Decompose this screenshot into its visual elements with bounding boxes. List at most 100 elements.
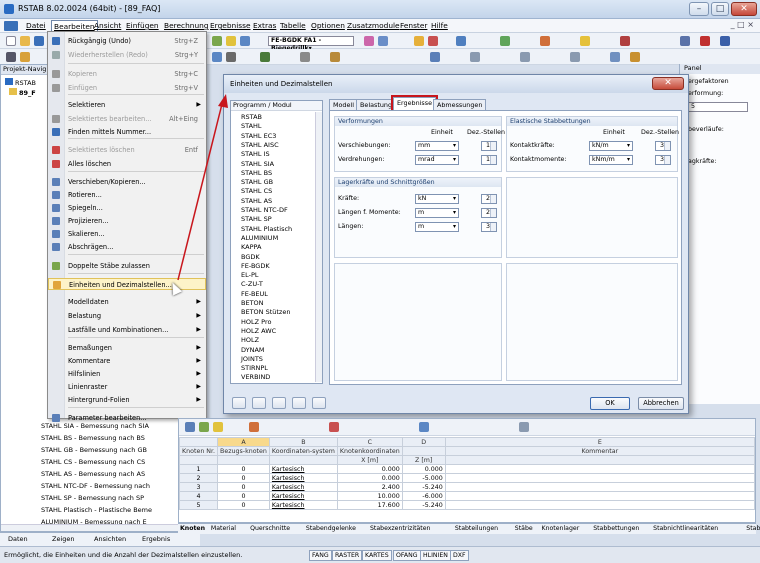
grid2-icon[interactable]: [610, 52, 620, 62]
coord-z[interactable]: -5.240: [401, 500, 446, 510]
menu-datei[interactable]: Datei: [24, 20, 48, 32]
menu-zusatzmodule[interactable]: Zusatzmodule: [345, 20, 402, 32]
tree-item[interactable]: STAHL CS: [241, 187, 272, 195]
arc-icon[interactable]: [570, 52, 580, 62]
node-icon[interactable]: [212, 52, 222, 62]
comment-cell[interactable]: [444, 491, 756, 501]
defaults-button[interactable]: [312, 397, 326, 409]
comment-cell[interactable]: [444, 500, 756, 510]
tree-item[interactable]: C-ZU-T: [241, 280, 263, 288]
menu-item[interactable]: Rückgängig (Undo) Strg+Z: [48, 35, 206, 47]
help-icon[interactable]: [720, 36, 730, 46]
tree-item[interactable]: STAHL Plastisch: [241, 225, 292, 233]
menu-item[interactable]: Bemaßungen ▶: [48, 342, 206, 354]
support-icon[interactable]: [260, 52, 270, 62]
tab-ergebnisse[interactable]: Ergebnisse: [390, 95, 439, 112]
menu-item[interactable]: Kommentare ▶: [48, 355, 206, 367]
tree-item[interactable]: STAHL SIA: [241, 160, 274, 168]
table-tool-icon[interactable]: [249, 422, 259, 432]
panel-value-input[interactable]: 5: [688, 102, 748, 112]
coordinate-system[interactable]: Kartesisch: [268, 482, 338, 492]
move-icon[interactable]: [20, 52, 30, 62]
nav-item[interactable]: STAHL AS - Bemessung nach AS: [41, 470, 145, 478]
menu-item[interactable]: Modelldaten ▶: [48, 296, 206, 308]
menu-item[interactable]: Linienraster ▶: [48, 381, 206, 393]
sheet-tab[interactable]: Material: [211, 525, 236, 532]
tree-item[interactable]: RSTAB: [241, 113, 262, 121]
mail-icon[interactable]: [700, 36, 710, 46]
function-icon[interactable]: [519, 422, 529, 432]
import-button[interactable]: [272, 397, 286, 409]
tree-item[interactable]: STAHL GB: [241, 178, 273, 186]
sheet-tab[interactable]: Stabnichtlinearitäten: [653, 525, 718, 532]
sheet-tab[interactable]: Stabbettungen: [593, 525, 639, 532]
table-tool-icon[interactable]: [185, 422, 195, 432]
tree-item[interactable]: HOLZ Pro: [241, 318, 271, 326]
dec-spinner-kraefte[interactable]: 2: [481, 194, 497, 204]
comment-cell[interactable]: [444, 464, 756, 474]
print-icon[interactable]: [680, 36, 690, 46]
tree-scrollbar[interactable]: [315, 112, 322, 382]
menu-item[interactable]: Belastung ▶: [48, 310, 206, 322]
unit-select-kontaktmomente[interactable]: kNm/m: [589, 155, 633, 165]
sheet-tab[interactable]: Stabexzentrizitäten: [370, 525, 430, 532]
load-icon[interactable]: [620, 36, 630, 46]
tree-item[interactable]: BGDK: [241, 253, 260, 261]
menu-optionen[interactable]: Optionen: [309, 20, 347, 32]
menu-item[interactable]: Hilfslinien ▶: [48, 368, 206, 380]
menu-ergebnisse[interactable]: Ergebnisse: [208, 20, 253, 32]
coord-x[interactable]: 0.000: [336, 464, 403, 474]
sheet-tab[interactable]: Stäbe: [515, 525, 533, 532]
select-icon[interactable]: [6, 52, 16, 62]
menu-extras[interactable]: Extras: [251, 20, 278, 32]
table-tool-icon[interactable]: [329, 422, 339, 432]
tree-item[interactable]: KAPPA: [241, 243, 261, 251]
coord-x[interactable]: 10.000: [336, 491, 403, 501]
section-icon[interactable]: [540, 36, 550, 46]
reference-node[interactable]: 0: [217, 500, 270, 510]
tree-item[interactable]: STIRNPL: [241, 364, 268, 372]
tree-item[interactable]: STAHL: [241, 122, 262, 130]
tree-item[interactable]: STAHL AISC: [241, 141, 279, 149]
maximize-button[interactable]: □: [711, 2, 729, 16]
open-icon[interactable]: [20, 36, 30, 46]
menu-item[interactable]: Kopieren Strg+C: [48, 68, 206, 80]
nav-scrollbar[interactable]: [1, 524, 199, 531]
tree-item[interactable]: ALUMINIUM: [241, 234, 278, 242]
menu-item[interactable]: Wiederherstellen (Redo) Strg+Y: [48, 49, 206, 61]
coord-x[interactable]: 0.000: [336, 473, 403, 483]
save-icon[interactable]: [34, 36, 44, 46]
model-combo[interactable]: FE-BGDK FA1 - Biegedrillk▾: [268, 36, 354, 52]
render-icon[interactable]: [500, 36, 510, 46]
nav-item[interactable]: STAHL BS - Bemessung nach BS: [41, 434, 145, 442]
dialog-close-button[interactable]: ✕: [652, 77, 684, 90]
table-tool-icon[interactable]: [213, 422, 223, 432]
tree-item[interactable]: HOLZ AWC: [241, 327, 276, 335]
coord-x[interactable]: 17.600: [336, 500, 403, 510]
table-row[interactable]: 1 0 Kartesisch 0.000 0.000: [178, 464, 756, 474]
sheet-tab[interactable]: Stabendgelenke: [306, 525, 356, 532]
minimize-button[interactable]: –: [689, 2, 709, 16]
nav-item[interactable]: STAHL CS - Bemessung nach CS: [41, 458, 145, 466]
member-icon[interactable]: [226, 52, 236, 62]
close-button[interactable]: ✕: [731, 2, 757, 16]
unit-select-laengen-momente[interactable]: m: [415, 208, 459, 218]
tree-item[interactable]: STAHL BS: [241, 169, 272, 177]
nav-tab-ansichten[interactable]: Ansichten: [94, 535, 126, 543]
dec-spinner-kontaktkraefte[interactable]: 3: [655, 141, 671, 151]
sheet-tab[interactable]: Stabsätze: [746, 525, 760, 532]
line-icon[interactable]: [470, 52, 480, 62]
table-row[interactable]: 4 0 Kartesisch 10.000 -6.000: [178, 491, 756, 501]
nav-root[interactable]: RSTAB: [5, 78, 36, 87]
dec-spinner-kontaktmomente[interactable]: 3: [655, 155, 671, 165]
tool-icon[interactable]: [212, 36, 222, 46]
nav-tab-zeigen[interactable]: Zeigen: [52, 535, 75, 543]
sun-icon[interactable]: [580, 36, 590, 46]
menu-fenster[interactable]: Fenster: [398, 20, 429, 32]
export-button[interactable]: [292, 397, 306, 409]
comment-cell[interactable]: [444, 473, 756, 483]
nav-tab-ergebnis[interactable]: Ergebnis: [142, 535, 170, 543]
tree-item[interactable]: JOINTS: [241, 355, 263, 363]
tree-item[interactable]: STAHL SP: [241, 215, 272, 223]
coord-z[interactable]: -5.240: [401, 482, 446, 492]
